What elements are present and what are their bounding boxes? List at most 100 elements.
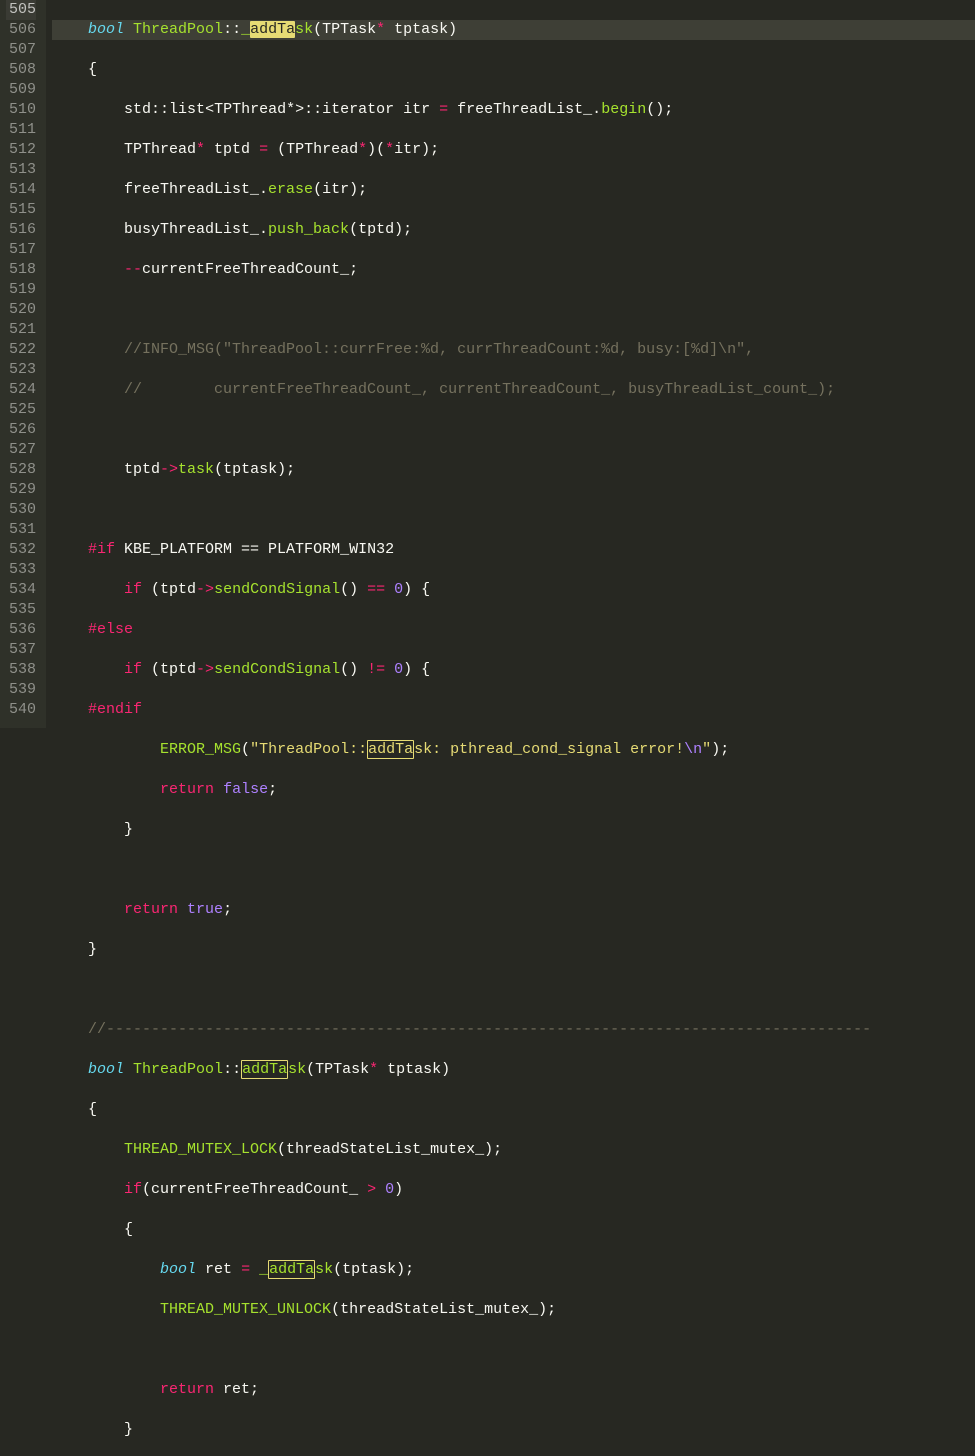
line-number: 511	[6, 120, 36, 140]
code-line[interactable]: return true;	[52, 900, 975, 920]
keyword-bool: bool	[160, 1261, 196, 1278]
line-number: 522	[6, 340, 36, 360]
search-match: addTa	[241, 1060, 288, 1079]
line-number: 515	[6, 200, 36, 220]
code-line[interactable]	[52, 500, 975, 520]
code-line[interactable]: THREAD_MUTEX_UNLOCK(threadStateList_mute…	[52, 1300, 975, 1320]
code-line[interactable]: #endif	[52, 700, 975, 720]
line-number: 527	[6, 440, 36, 460]
code-line[interactable]: ERROR_MSG("ThreadPool::addTask: pthread_…	[52, 740, 975, 760]
line-number: 533	[6, 560, 36, 580]
macro-mutex-lock: THREAD_MUTEX_LOCK	[124, 1141, 277, 1158]
line-number-gutter: 5055065075085095105115125135145155165175…	[0, 0, 46, 728]
search-match: addTa	[250, 21, 295, 38]
code-line[interactable]: bool ret = _addTask(tptask);	[52, 1260, 975, 1280]
code-line[interactable]: }	[52, 940, 975, 960]
code-line[interactable]: TPThread* tptd = (TPThread*)(*itr);	[52, 140, 975, 160]
fn-rest: sk	[295, 21, 313, 38]
code-line[interactable]: if(currentFreeThreadCount_ > 0)	[52, 1180, 975, 1200]
code-line[interactable]: //INFO_MSG("ThreadPool::currFree:%d, cur…	[52, 340, 975, 360]
comment: // currentFreeThreadCount_, currentThrea…	[52, 381, 835, 398]
code-line[interactable]: freeThreadList_.erase(itr);	[52, 180, 975, 200]
code-line[interactable]	[52, 1340, 975, 1360]
code-line[interactable]: bool ThreadPool::addTask(TPTask* tptask)	[52, 1060, 975, 1080]
code-line[interactable]: // currentFreeThreadCount_, currentThrea…	[52, 380, 975, 400]
line-number: 536	[6, 620, 36, 640]
code-line[interactable]	[52, 420, 975, 440]
line-number: 521	[6, 320, 36, 340]
params2: tptask)	[385, 21, 457, 38]
code-line[interactable]: {	[52, 1220, 975, 1240]
keyword-if: if	[124, 581, 142, 598]
code-line[interactable]: THREAD_MUTEX_LOCK(threadStateList_mutex_…	[52, 1140, 975, 1160]
code-line[interactable]: tptd->task(tptask);	[52, 460, 975, 480]
line-number: 507	[6, 40, 36, 60]
code-line[interactable]	[52, 980, 975, 1000]
keyword-if: if	[124, 661, 142, 678]
code-line[interactable]: busyThreadList_.push_back(tptd);	[52, 220, 975, 240]
line-number: 518	[6, 260, 36, 280]
line-number: 509	[6, 80, 36, 100]
preproc-endif: #endif	[88, 701, 142, 718]
code-line[interactable]: return false;	[52, 780, 975, 800]
scope-op: ::	[223, 21, 241, 38]
preproc-if: #if	[88, 541, 115, 558]
keyword-return: return	[160, 781, 214, 798]
brace: {	[52, 61, 97, 78]
code-line[interactable]: }	[52, 820, 975, 840]
line-number: 524	[6, 380, 36, 400]
line-number: 506	[6, 20, 36, 40]
line-number: 526	[6, 420, 36, 440]
keyword-return: return	[160, 1381, 214, 1398]
keyword-return: return	[124, 901, 178, 918]
line-number: 519	[6, 280, 36, 300]
keyword-if: if	[124, 1181, 142, 1198]
code-line[interactable]: {	[52, 60, 975, 80]
line-number: 539	[6, 680, 36, 700]
fn-pushback: push_back	[268, 221, 349, 238]
line-number: 531	[6, 520, 36, 540]
fn-sendcond: sendCondSignal	[214, 581, 340, 598]
keyword-bool: bool	[88, 21, 124, 38]
fn-sendcond: sendCondSignal	[214, 661, 340, 678]
comment: //INFO_MSG("ThreadPool::currFree:%d, cur…	[52, 341, 754, 358]
line-number: 537	[6, 640, 36, 660]
line-number: 514	[6, 180, 36, 200]
code-line[interactable]: {	[52, 1100, 975, 1120]
line-number: 520	[6, 300, 36, 320]
preproc-else: #else	[88, 621, 133, 638]
fn-errormsg: ERROR_MSG	[160, 741, 241, 758]
code-line[interactable]: #else	[52, 620, 975, 640]
line-number: 516	[6, 220, 36, 240]
line-number: 534	[6, 580, 36, 600]
keyword-bool: bool	[88, 1061, 124, 1078]
fn-prefix: _	[241, 21, 250, 38]
code-line[interactable]: return ret;	[52, 1380, 975, 1400]
code-line[interactable]: if (tptd->sendCondSignal() != 0) {	[52, 660, 975, 680]
code-line[interactable]	[52, 860, 975, 880]
code-line[interactable]: std::list<TPThread*>::iterator itr = fre…	[52, 100, 975, 120]
line-number: 530	[6, 500, 36, 520]
code-area[interactable]: bool ThreadPool::_addTask(TPTask* tptask…	[46, 0, 975, 728]
line-number: 525	[6, 400, 36, 420]
code-line[interactable]: }	[52, 1420, 975, 1440]
line-number: 517	[6, 240, 36, 260]
line-number: 512	[6, 140, 36, 160]
class-name: ThreadPool	[124, 21, 223, 38]
code-line[interactable]: //--------------------------------------…	[52, 1020, 975, 1040]
line-number: 505	[6, 0, 36, 20]
code-line[interactable]: bool ThreadPool::_addTask(TPTask* tptask…	[52, 20, 975, 40]
code-line[interactable]: if (tptd->sendCondSignal() == 0) {	[52, 580, 975, 600]
line-number: 529	[6, 480, 36, 500]
code-editor[interactable]: 5055065075085095105115125135145155165175…	[0, 0, 975, 728]
fn-erase: erase	[268, 181, 313, 198]
code-line[interactable]	[52, 300, 975, 320]
line-number: 508	[6, 60, 36, 80]
line-number: 513	[6, 160, 36, 180]
line-number: 510	[6, 100, 36, 120]
code-line[interactable]: #if KBE_PLATFORM == PLATFORM_WIN32	[52, 540, 975, 560]
search-match: addTa	[367, 740, 414, 759]
code-line[interactable]: --currentFreeThreadCount_;	[52, 260, 975, 280]
fn-task: task	[178, 461, 214, 478]
line-number: 532	[6, 540, 36, 560]
